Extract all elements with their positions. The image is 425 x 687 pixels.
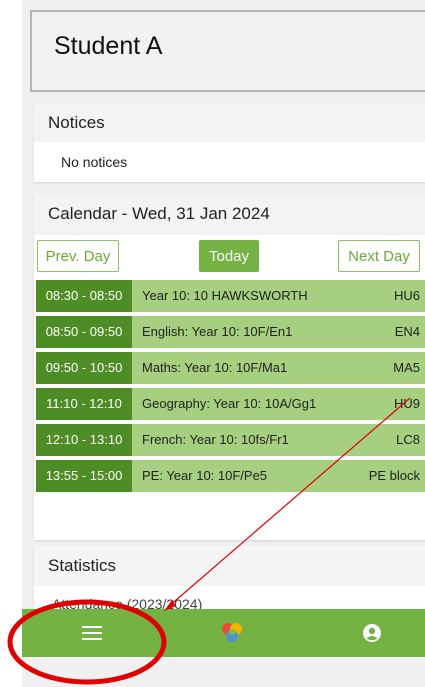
lesson-room: HU6 xyxy=(393,288,420,303)
notices-card: Notices No notices xyxy=(34,104,425,182)
lesson-room: LC8 xyxy=(396,432,420,447)
statistics-title: Statistics xyxy=(34,546,425,586)
prev-day-button[interactable]: Prev. Day xyxy=(37,240,119,272)
lesson-time: 11:10 - 12:10 xyxy=(36,388,132,420)
user-account-icon xyxy=(363,624,381,642)
page-header: Student A xyxy=(30,10,425,92)
lesson-subject: English: Year 10: 10F/En1 xyxy=(142,324,293,339)
lesson-row[interactable]: 11:10 - 12:10 Geography: Year 10: 10A/Gg… xyxy=(36,388,425,420)
lesson-subject: Year 10: 10 HAWKSWORTH xyxy=(142,288,308,303)
app-screen: Student A Notices No notices Calendar - … xyxy=(22,0,425,687)
lesson-subject: French: Year 10: 10fs/Fr1 xyxy=(142,432,289,447)
menu-button[interactable] xyxy=(62,609,122,657)
lesson-room: MA5 xyxy=(393,360,420,375)
calendar-card: Calendar - Wed, 31 Jan 2024 Prev. Day To… xyxy=(34,195,425,540)
lesson-row[interactable]: 08:50 - 09:50 English: Year 10: 10F/En1 … xyxy=(36,316,425,348)
lesson-row[interactable]: 13:55 - 15:00 PE: Year 10: 10F/Pe5 PE bl… xyxy=(36,460,425,492)
today-button[interactable]: Today xyxy=(199,240,259,272)
lesson-row[interactable]: 08:30 - 08:50 Year 10: 10 HAWKSWORTH HU6 xyxy=(36,280,425,312)
hamburger-menu-icon xyxy=(82,626,102,640)
lesson-subject: Maths: Year 10: 10F/Ma1 xyxy=(142,360,288,375)
app-logo-icon xyxy=(222,623,242,642)
next-day-button[interactable]: Next Day xyxy=(338,240,420,272)
bottom-nav-bar xyxy=(22,609,425,657)
lesson-subject: PE: Year 10: 10F/Pe5 xyxy=(142,468,268,483)
account-button[interactable] xyxy=(342,609,402,657)
lesson-subject: Geography: Year 10: 10A/Gg1 xyxy=(142,396,317,411)
calendar-title: Calendar - Wed, 31 Jan 2024 xyxy=(34,195,425,235)
lesson-room: EN4 xyxy=(394,324,420,339)
lesson-time: 09:50 - 10:50 xyxy=(36,352,132,384)
lesson-row[interactable]: 12:10 - 13:10 French: Year 10: 10fs/Fr1 … xyxy=(36,424,425,456)
notices-title: Notices xyxy=(34,104,425,142)
page-title: Student A xyxy=(54,32,163,60)
home-button[interactable] xyxy=(202,609,262,657)
lesson-time: 08:50 - 09:50 xyxy=(36,316,132,348)
lesson-time: 12:10 - 13:10 xyxy=(36,424,132,456)
lesson-time: 08:30 - 08:50 xyxy=(36,280,132,312)
lesson-room: PE block xyxy=(368,468,420,483)
notices-empty-text: No notices xyxy=(61,154,128,170)
lesson-list: 08:30 - 08:50 Year 10: 10 HAWKSWORTH HU6… xyxy=(36,280,425,496)
lesson-room: HU9 xyxy=(393,396,420,411)
calendar-nav-buttons: Prev. Day Today Next Day xyxy=(34,240,425,274)
lesson-row[interactable]: 09:50 - 10:50 Maths: Year 10: 10F/Ma1 MA… xyxy=(36,352,425,384)
lesson-time: 13:55 - 15:00 xyxy=(36,460,132,492)
